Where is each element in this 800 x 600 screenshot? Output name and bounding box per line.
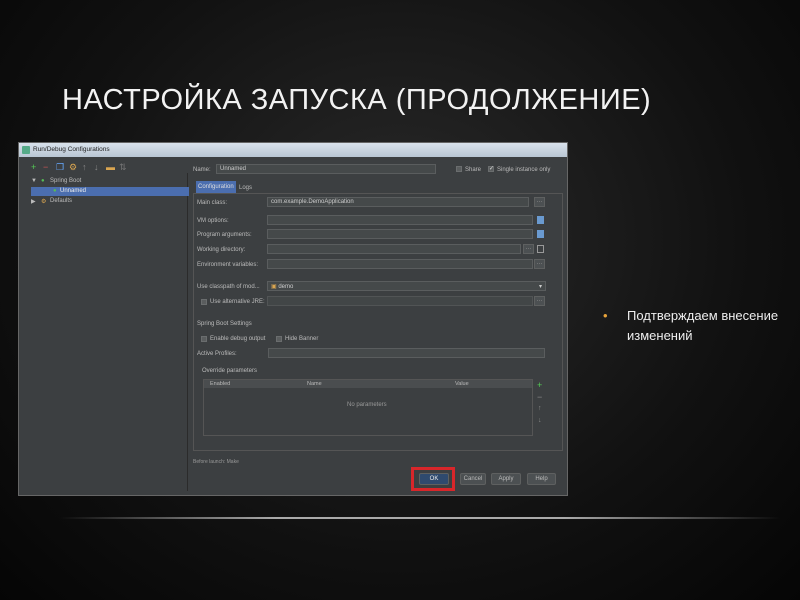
- tab-logs[interactable]: Logs: [238, 183, 254, 193]
- copy-icon[interactable]: ❐: [56, 163, 64, 172]
- classpath-label: Use classpath of mod...: [197, 284, 260, 290]
- vm-options-input[interactable]: [267, 215, 533, 225]
- single-instance-label: Single instance only: [497, 167, 551, 173]
- cancel-button[interactable]: Cancel: [460, 473, 486, 485]
- single-instance-checkbox[interactable]: ✓: [488, 166, 494, 172]
- tree-defaults[interactable]: Defaults: [50, 198, 72, 204]
- wrench-icon: ⚙: [41, 199, 47, 205]
- expand-field-icon[interactable]: [537, 216, 544, 224]
- alt-jre-label: Use alternative JRE:: [210, 299, 265, 305]
- bullet-icon: •: [603, 308, 608, 323]
- help-button[interactable]: Help: [527, 473, 556, 485]
- override-parameters-heading: Override parameters: [202, 368, 258, 374]
- name-label: Name:: [193, 167, 211, 173]
- alt-jre-checkbox[interactable]: [201, 299, 207, 305]
- column-value[interactable]: Value: [455, 381, 469, 387]
- main-class-input[interactable]: com.example.DemoApplication: [267, 197, 529, 207]
- hide-banner-label: Hide Banner: [285, 336, 319, 342]
- apply-button[interactable]: Apply: [491, 473, 521, 485]
- browse-button[interactable]: …: [534, 197, 545, 207]
- browse-button[interactable]: …: [534, 259, 545, 269]
- dialog-title: Run/Debug Configurations: [33, 146, 110, 153]
- before-launch-section[interactable]: Before launch: Make: [193, 459, 239, 464]
- chevron-down-icon: ▾: [538, 284, 542, 290]
- working-directory-input[interactable]: [267, 244, 521, 254]
- slide-title: НАСТРОЙКА ЗАПУСКА (ПРОДОЛЖЕНИЕ): [62, 84, 652, 116]
- ok-highlight-box: [411, 467, 455, 491]
- tree-unnamed[interactable]: Unnamed: [60, 188, 86, 194]
- collapse-icon[interactable]: ▶: [31, 198, 36, 205]
- spring-icon: ●: [53, 188, 57, 194]
- expand-icon[interactable]: ▼: [31, 178, 37, 184]
- vm-options-label: VM options:: [197, 218, 229, 224]
- expand-field-icon[interactable]: [537, 230, 544, 238]
- classpath-value: demo: [278, 284, 294, 290]
- tab-configuration[interactable]: Configuration: [196, 181, 236, 193]
- program-arguments-input[interactable]: [267, 229, 533, 239]
- sort-icon[interactable]: ⇅: [119, 163, 127, 172]
- browse-button[interactable]: …: [523, 244, 534, 254]
- move-up-icon[interactable]: ↑: [82, 163, 87, 172]
- folder-icon[interactable]: ▬: [106, 163, 115, 172]
- remove-icon[interactable]: −: [537, 392, 542, 402]
- active-profiles-input[interactable]: [268, 348, 545, 358]
- bullet-item: • Подтверждаем внесение изменений: [603, 306, 793, 346]
- active-profiles-label: Active Profiles:: [197, 351, 237, 357]
- environment-variables-input[interactable]: [267, 259, 533, 269]
- run-debug-dialog: Run/Debug Configurations + − ❐ ⚙ ↑ ↓ ▬ ⇅…: [18, 142, 568, 496]
- footer-divider: [60, 517, 780, 519]
- add-icon[interactable]: +: [31, 163, 36, 172]
- environment-variables-label: Environment variables:: [197, 262, 259, 268]
- hide-banner-checkbox[interactable]: [276, 336, 282, 342]
- remove-icon[interactable]: −: [43, 163, 48, 172]
- alt-jre-select[interactable]: [267, 296, 533, 306]
- working-directory-label: Working directory:: [197, 247, 246, 253]
- debug-output-checkbox[interactable]: [201, 336, 207, 342]
- bullet-text: Подтверждаем внесение изменений: [627, 308, 779, 343]
- add-icon[interactable]: +: [537, 380, 542, 390]
- config-tree: [28, 173, 188, 491]
- move-down-icon[interactable]: ↓: [94, 163, 99, 172]
- main-class-label: Main class:: [197, 200, 228, 206]
- column-enabled[interactable]: Enabled: [210, 381, 230, 387]
- spring-icon: ●: [41, 178, 45, 184]
- wrench-icon[interactable]: ⚙: [69, 163, 77, 172]
- share-checkbox[interactable]: [456, 166, 462, 172]
- move-up-icon[interactable]: ↑: [538, 405, 542, 412]
- browse-button[interactable]: …: [534, 296, 545, 306]
- tree-spring-boot[interactable]: Spring Boot: [50, 178, 81, 184]
- empty-table-text: No parameters: [347, 402, 387, 408]
- macro-icon[interactable]: [537, 245, 544, 253]
- share-label: Share: [465, 167, 482, 173]
- spring-settings-heading: Spring Boot Settings: [197, 321, 252, 327]
- move-down-icon[interactable]: ↓: [538, 417, 542, 424]
- app-icon: [22, 146, 30, 154]
- dialog-titlebar[interactable]: Run/Debug Configurations: [19, 143, 567, 157]
- column-name[interactable]: Name: [307, 381, 322, 387]
- name-input[interactable]: Unnamed: [216, 164, 436, 174]
- table-header: Enabled Name Value: [204, 380, 532, 388]
- program-arguments-label: Program arguments:: [197, 232, 252, 238]
- debug-output-label: Enable debug output: [210, 336, 266, 342]
- classpath-select[interactable]: ▣ demo ▾: [267, 281, 546, 291]
